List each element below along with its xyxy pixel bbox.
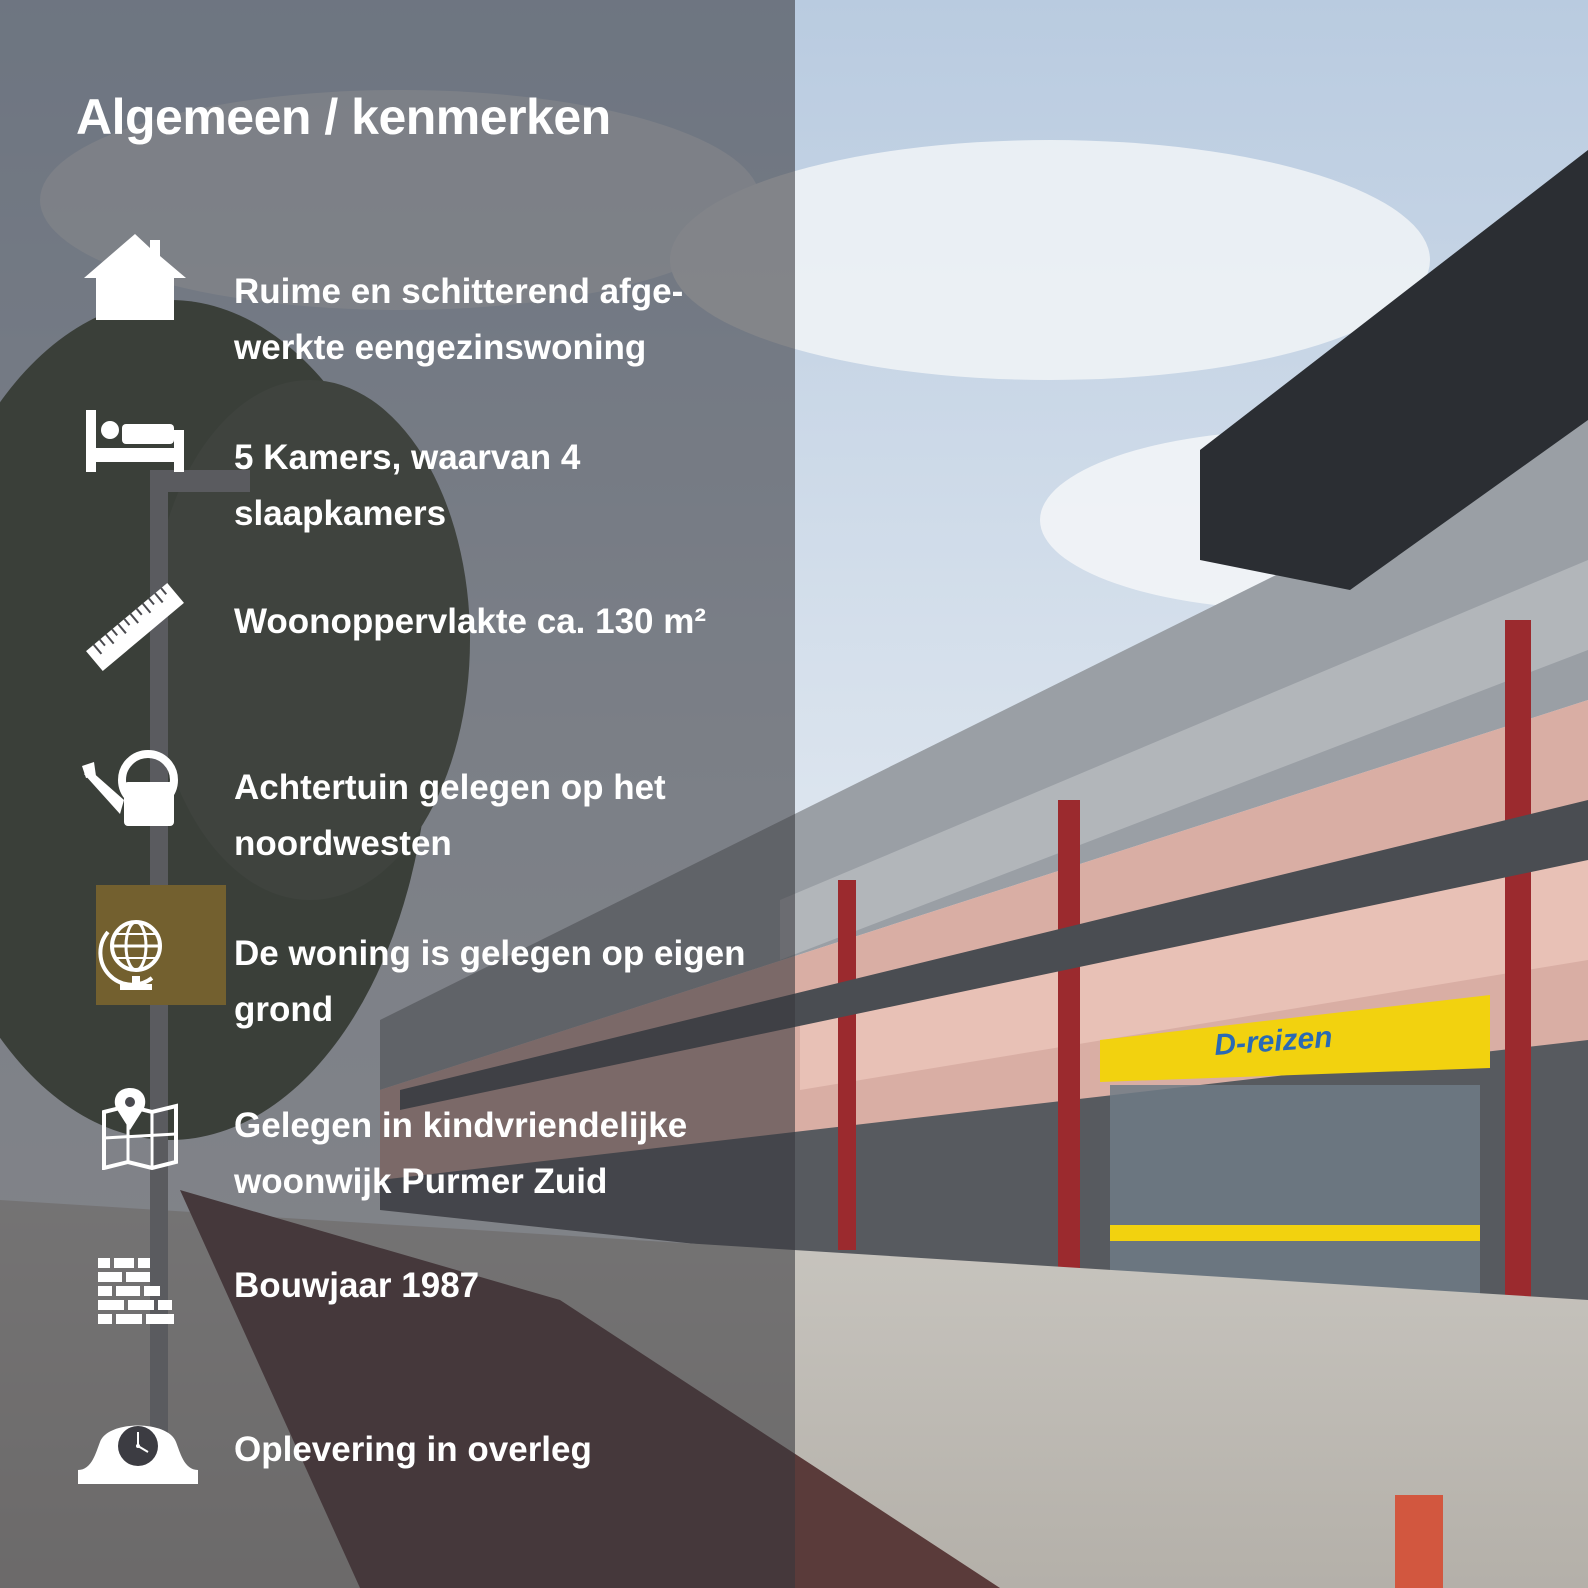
mantel-clock-icon <box>72 1412 204 1486</box>
bricks-icon <box>80 1256 190 1326</box>
feature-text: Ruime en schitterend afge-werkte eengezi… <box>234 272 684 367</box>
bed-icon <box>80 410 190 474</box>
feature-text: Achtertuin gelegen op het noordwesten <box>234 768 666 863</box>
feature-text: Gelegen in kindvriendelijke woonwijk Pur… <box>234 1106 688 1201</box>
page-title: Algemeen / kenmerken <box>76 89 611 145</box>
map-pin-icon <box>80 1086 190 1170</box>
house-icon <box>80 232 190 322</box>
feature-text: Woonoppervlakte ca. 130 m² <box>234 602 707 641</box>
feature-text: De woning is gelegen op eigen grond <box>234 934 746 1029</box>
feature-text: Oplevering in overleg <box>234 1430 592 1469</box>
globe-icon <box>80 912 190 992</box>
feature-text: Bouwjaar 1987 <box>234 1266 480 1305</box>
ruler-icon <box>80 582 190 672</box>
watering-can-icon <box>80 748 190 828</box>
feature-text: 5 Kamers, waarvan 4 slaapkamers <box>234 438 581 533</box>
